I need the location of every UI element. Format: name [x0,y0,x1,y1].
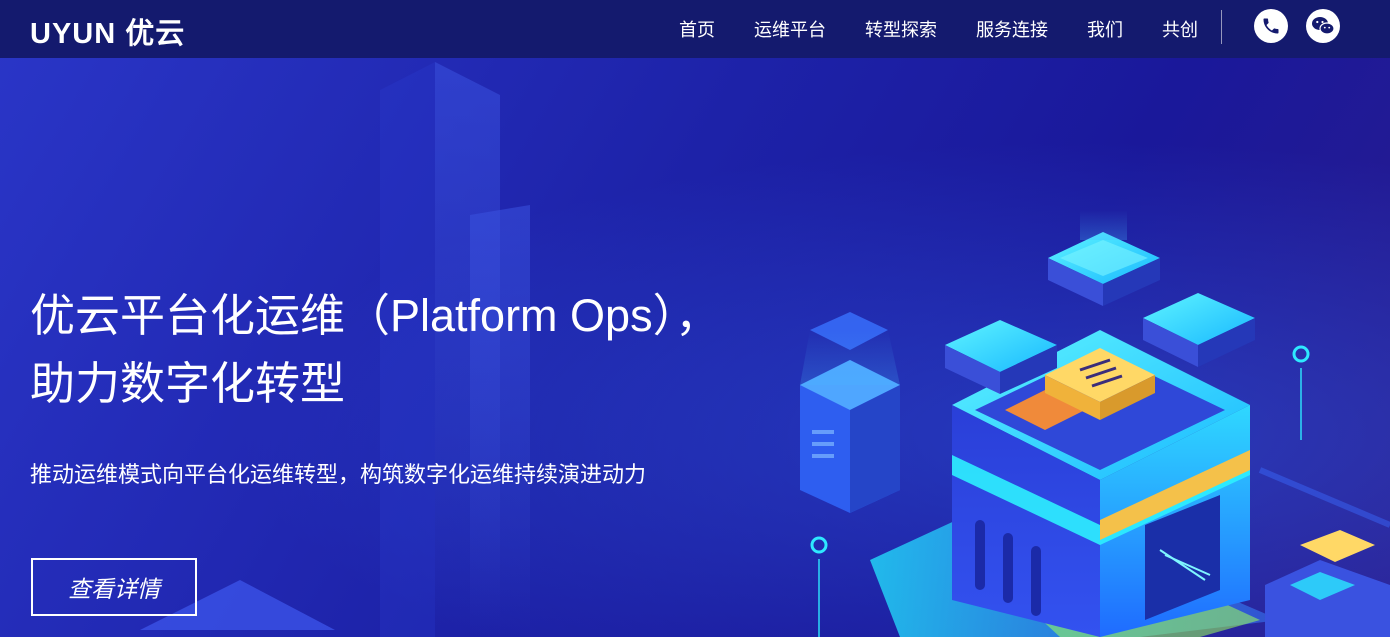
hero-subtitle: 推动运维模式向平台化运维转型，构筑数字化运维持续演进动力 [30,462,647,487]
phone-icon [1263,18,1279,34]
nav-item-co-create[interactable]: 共创 [1162,16,1198,42]
hero-title: 优云平台化运维（Platform Ops）， 助力数字化转型 [30,282,830,418]
top-navbar: UYUN 优云 首页 运维平台 转型探索 服务连接 我们 共创 [0,0,1390,58]
hero-title-line2: 助力数字化转型 [30,358,346,409]
nav-divider [1221,10,1222,44]
wechat-icon [1312,17,1335,35]
nav-item-transformation[interactable]: 转型探索 [865,16,937,42]
main-nav: 首页 运维平台 转型探索 服务连接 我们 共创 [640,0,1198,58]
wechat-button[interactable] [1306,9,1340,43]
nav-item-about-us[interactable]: 我们 [1087,16,1123,42]
brand-logo[interactable]: UYUN 优云 [30,10,185,52]
view-details-button[interactable]: 查看详情 [31,558,197,616]
nav-item-service-connect[interactable]: 服务连接 [976,16,1048,42]
nav-item-home[interactable]: 首页 [679,16,715,42]
nav-item-ops-platform[interactable]: 运维平台 [754,16,826,42]
phone-button[interactable] [1254,9,1288,43]
hero-title-line1: 优云平台化运维（Platform Ops）， [30,290,721,341]
